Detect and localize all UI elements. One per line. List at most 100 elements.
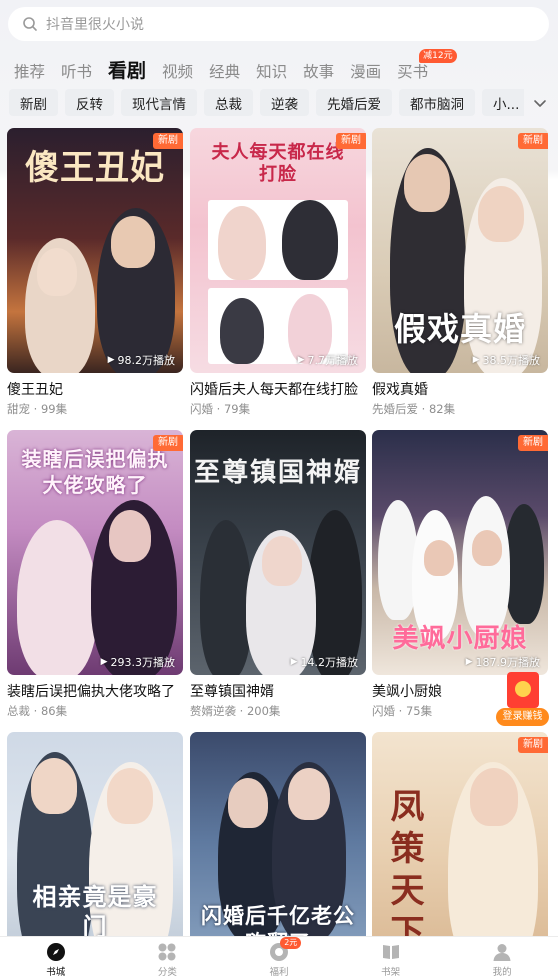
drama-episodes: 75集 xyxy=(405,704,433,718)
search-placeholder: 抖音里很火小说 xyxy=(46,17,144,33)
play-icon: ▶ xyxy=(472,355,480,365)
nav-bookshelf[interactable]: 书架 xyxy=(335,937,447,979)
nav-welfare[interactable]: 2元 福利 xyxy=(223,937,335,979)
login-earn-button[interactable]: 登录赚钱 xyxy=(496,672,549,727)
nav-profile[interactable]: 我的 xyxy=(446,937,558,979)
poster-title: 凤策天下 xyxy=(390,787,426,953)
tab-buy-book-label: 买书 xyxy=(397,63,429,81)
play-count-value: 98.2万播放 xyxy=(117,354,176,367)
discount-badge: 减12元 xyxy=(419,49,457,63)
drama-meta: 闪婚 · 79集 xyxy=(190,402,251,416)
drama-title[interactable]: 傻王丑妃 xyxy=(7,381,183,399)
nav-bookstore[interactable]: 书城 xyxy=(0,937,112,979)
new-badge: 新剧 xyxy=(518,133,548,149)
play-count-value: 293.3万播放 xyxy=(110,656,176,669)
new-badge: 新剧 xyxy=(153,435,183,451)
play-icon: ▶ xyxy=(297,355,305,365)
book-icon xyxy=(382,945,399,959)
drama-genre: 闪婚 xyxy=(190,402,213,416)
poster-title: 装瞎后误把偏执大佬攻略了 xyxy=(21,447,169,497)
drama-episodes: 82集 xyxy=(428,402,456,416)
chip-ceo[interactable]: 总裁 xyxy=(204,89,253,116)
drama-episodes: 200集 xyxy=(246,704,281,718)
drama-meta: 总裁 · 86集 xyxy=(7,704,68,718)
drama-episodes: 99集 xyxy=(40,402,68,416)
nav-category[interactable]: 分类 xyxy=(112,937,224,979)
play-count: ▶ 7.7万播放 xyxy=(298,352,358,368)
play-count: ▶ 98.2万播放 xyxy=(108,352,175,368)
drama-title[interactable]: 装瞎后误把偏执大佬攻略了 xyxy=(7,683,183,701)
tab-video[interactable]: 视频 xyxy=(162,61,193,83)
drama-title[interactable]: 闪婚后夫人每天都在线打脸 xyxy=(190,381,366,399)
welfare-badge: 2元 xyxy=(280,937,302,949)
drama-poster[interactable]: 至尊镇国神婿 ▶ 14.2万播放 xyxy=(190,430,366,675)
drama-genre: 先婚后爱 xyxy=(372,402,418,416)
search-bar[interactable]: 抖音里很火小说 xyxy=(8,7,549,41)
new-badge: 新剧 xyxy=(153,133,183,149)
drama-genre: 总裁 xyxy=(7,704,30,718)
chevron-down-icon[interactable] xyxy=(530,93,550,113)
bottom-nav: 书城 分类 2元 福利 书架 我的 xyxy=(0,936,558,979)
drama-card[interactable]: 夫人每天都在线打脸 新剧 ▶ 7.7万播放 闪婚后夫人每天都在线打脸 闪婚 · 7… xyxy=(190,128,366,417)
drama-meta: 先婚后爱 · 82集 xyxy=(372,402,456,416)
category-tabs: 推荐 听书 看剧 视频 经典 知识 故事 漫画 买书 减12元 xyxy=(14,49,457,83)
poster-title: 美飒小厨娘 xyxy=(392,624,528,654)
chip-more[interactable]: 小... xyxy=(482,89,524,116)
nav-label: 我的 xyxy=(492,967,512,978)
drama-card[interactable]: 傻王丑妃 新剧 ▶ 98.2万播放 傻王丑妃 甜宠 · 99集 xyxy=(7,128,183,417)
nav-label: 分类 xyxy=(157,967,177,978)
tab-drama[interactable]: 看剧 xyxy=(108,59,146,83)
chip-modern-romance[interactable]: 现代言情 xyxy=(121,89,197,116)
nav-label: 书架 xyxy=(381,967,401,978)
tab-recommend[interactable]: 推荐 xyxy=(14,61,45,83)
play-count-value: 14.2万播放 xyxy=(300,656,359,669)
tab-story[interactable]: 故事 xyxy=(303,61,334,83)
drama-title[interactable]: 假戏真婚 xyxy=(372,381,548,399)
tab-knowledge[interactable]: 知识 xyxy=(256,61,287,83)
new-badge: 新剧 xyxy=(336,133,366,149)
play-count: ▶ 38.5万播放 xyxy=(473,352,540,368)
filter-chips: 新剧 反转 现代言情 总裁 逆袭 先婚后爱 都市脑洞 小... xyxy=(9,89,524,117)
drama-episodes: 79集 xyxy=(223,402,251,416)
login-earn-label: 登录赚钱 xyxy=(496,708,549,726)
chip-twist[interactable]: 反转 xyxy=(65,89,114,116)
tab-comic[interactable]: 漫画 xyxy=(350,61,381,83)
tab-audiobook[interactable]: 听书 xyxy=(61,61,92,83)
play-count-value: 187.9万播放 xyxy=(475,656,541,669)
poster-title: 相亲竟是豪门 xyxy=(32,882,158,941)
drama-genre: 闪婚 xyxy=(372,704,395,718)
new-badge: 新剧 xyxy=(518,737,548,753)
drama-genre: 赘婿逆袭 xyxy=(190,704,236,718)
drama-genre: 甜宠 xyxy=(7,402,30,416)
drama-card[interactable]: 装瞎后误把偏执大佬攻略了 新剧 ▶ 293.3万播放 装瞎后误把偏执大佬攻略了 总… xyxy=(7,430,183,719)
tab-buy-book[interactable]: 买书 减12元 xyxy=(397,49,457,83)
chip-urban-fantasy[interactable]: 都市脑洞 xyxy=(399,89,475,116)
drama-poster[interactable]: 夫人每天都在线打脸 新剧 ▶ 7.7万播放 xyxy=(190,128,366,373)
drama-meta: 甜宠 · 99集 xyxy=(7,402,68,416)
search-icon xyxy=(23,17,37,31)
drama-episodes: 86集 xyxy=(40,704,68,718)
play-count-value: 7.7万播放 xyxy=(307,354,359,367)
compass-icon xyxy=(46,943,65,961)
poster-title: 至尊镇国神婿 xyxy=(193,458,362,488)
drama-card[interactable]: 假戏真婚 新剧 ▶ 38.5万播放 假戏真婚 先婚后爱 · 82集 xyxy=(372,128,548,417)
drama-title[interactable]: 至尊镇国神婿 xyxy=(190,683,366,701)
poster-title: 假戏真婚 xyxy=(393,310,526,348)
chip-comeback[interactable]: 逆袭 xyxy=(260,89,309,116)
tab-classic[interactable]: 经典 xyxy=(209,61,240,83)
drama-poster[interactable]: 装瞎后误把偏执大佬攻略了 新剧 ▶ 293.3万播放 xyxy=(7,430,183,675)
play-icon: ▶ xyxy=(100,657,108,667)
drama-poster[interactable]: 假戏真婚 新剧 ▶ 38.5万播放 xyxy=(372,128,548,373)
play-count: ▶ 293.3万播放 xyxy=(101,654,175,670)
chip-marriage-first[interactable]: 先婚后爱 xyxy=(316,89,392,116)
play-icon: ▶ xyxy=(290,657,298,667)
play-icon: ▶ xyxy=(107,355,115,365)
nav-label: 书城 xyxy=(46,967,66,978)
drama-poster[interactable]: 美飒小厨娘 新剧 ▶ 187.9万播放 xyxy=(372,430,548,675)
chip-new[interactable]: 新剧 xyxy=(9,89,58,116)
drama-card[interactable]: 至尊镇国神婿 ▶ 14.2万播放 至尊镇国神婿 赘婿逆袭 · 200集 xyxy=(190,430,366,719)
user-icon xyxy=(493,944,511,961)
drama-poster[interactable]: 傻王丑妃 新剧 ▶ 98.2万播放 xyxy=(7,128,183,373)
drama-meta: 赘婿逆袭 · 200集 xyxy=(190,704,281,718)
play-count-value: 38.5万播放 xyxy=(482,354,541,367)
